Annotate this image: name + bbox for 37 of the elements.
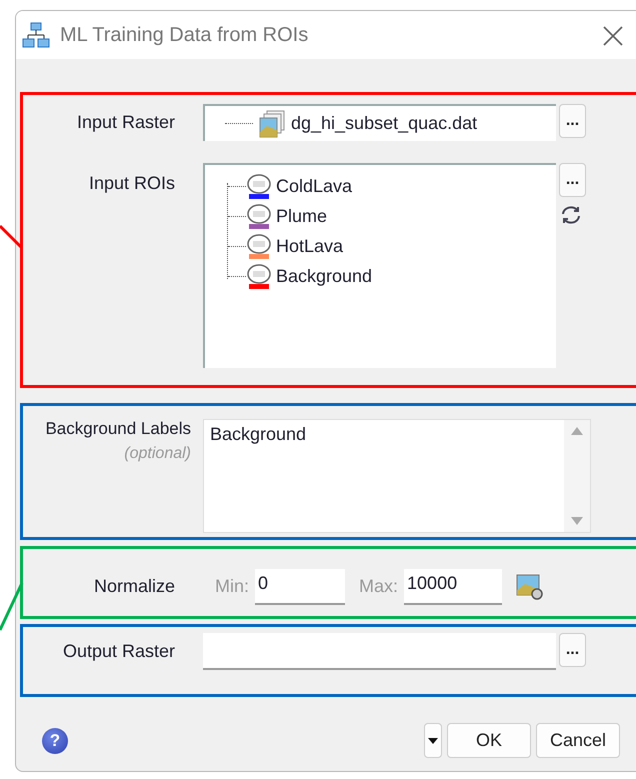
field-label: Output Raster bbox=[62, 641, 175, 662]
image-stack-icon bbox=[259, 110, 285, 138]
roi-name[interactable]: ColdLava bbox=[276, 176, 352, 196]
roi-name[interactable]: Plume bbox=[276, 206, 328, 226]
dropdown-button[interactable] bbox=[424, 723, 442, 758]
roi-icon bbox=[247, 234, 271, 254]
close-icon[interactable] bbox=[601, 24, 625, 48]
roi-list[interactable]: ColdLava Plume HotLava Background bbox=[203, 163, 556, 368]
cancel-button[interactable]: Cancel bbox=[536, 723, 620, 758]
ok-button[interactable]: OK bbox=[447, 723, 531, 758]
roi-name[interactable]: Background bbox=[276, 266, 372, 286]
window-title: ML Training Data from ROIs bbox=[60, 24, 308, 46]
hierarchy-icon bbox=[22, 21, 50, 49]
field-label: Input Raster bbox=[76, 112, 175, 133]
help-button[interactable]: ? bbox=[42, 728, 68, 754]
roi-icon bbox=[247, 264, 271, 284]
min-label: Min: bbox=[215, 576, 250, 597]
roi-icon bbox=[247, 204, 271, 224]
max-field[interactable]: 10000 bbox=[404, 568, 502, 604]
output-field[interactable] bbox=[203, 633, 556, 670]
roi-name[interactable]: HotLava bbox=[276, 236, 344, 256]
roi-icon bbox=[247, 174, 271, 194]
image-settings-icon[interactable] bbox=[516, 572, 544, 600]
browse-button[interactable]: ... bbox=[559, 163, 586, 197]
max-label: Max: bbox=[359, 576, 398, 597]
input-field[interactable]: dg_hi_subset_quac.dat bbox=[203, 104, 556, 141]
caret-icon bbox=[428, 738, 438, 744]
field-label: Normalize bbox=[92, 576, 175, 597]
field-label: Input ROIs bbox=[88, 173, 175, 194]
refresh-icon[interactable] bbox=[560, 205, 582, 225]
browse-button[interactable]: ... bbox=[559, 104, 586, 138]
text-area[interactable]: Background bbox=[203, 419, 591, 533]
scroll-bar[interactable] bbox=[564, 420, 590, 532]
hint-text: (optional) bbox=[124, 445, 191, 463]
min-field[interactable]: 0 bbox=[255, 568, 346, 604]
browse-button[interactable]: ... bbox=[559, 633, 586, 667]
field-label: Background Labels bbox=[45, 419, 191, 439]
